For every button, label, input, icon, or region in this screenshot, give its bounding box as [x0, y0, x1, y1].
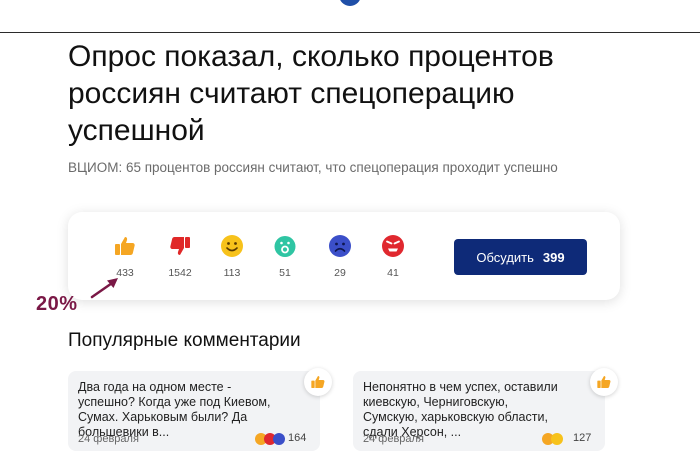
- comment-card[interactable]: Два года на одном месте - успешно? Когда…: [68, 371, 320, 451]
- comment-likes-count: 164: [288, 432, 307, 444]
- reaction-stack-icon: [542, 433, 563, 445]
- reactions-panel: 433 1542 113 51 29 41 Обсудить 399: [68, 212, 620, 300]
- reaction-count: 51: [279, 267, 291, 279]
- comment-like-button[interactable]: [304, 368, 332, 396]
- site-logo[interactable]: [339, 0, 361, 6]
- comment-text: Два года на одном месте - успешно? Когда…: [78, 380, 271, 439]
- thumbs-up-icon: [311, 376, 325, 388]
- smile-icon: [221, 235, 243, 257]
- article-subtitle: ВЦИОМ: 65 процентов россиян считают, что…: [68, 160, 558, 175]
- comment-date: 24 февраля: [363, 433, 424, 445]
- reaction-sad[interactable]: 29: [320, 234, 360, 279]
- reaction-count: 29: [334, 267, 346, 279]
- reaction-smile[interactable]: 113: [212, 234, 252, 279]
- reaction-count: 1542: [168, 267, 192, 279]
- annotation-label: 20%: [36, 293, 78, 315]
- discuss-count: 399: [542, 249, 565, 265]
- comment-text: Непонятно в чем успех, оставили киевскую…: [363, 380, 558, 439]
- discuss-label: Обсудить: [476, 249, 534, 265]
- thumbs-down-icon: [170, 237, 190, 255]
- comments-heading: Популярные комментарии: [68, 330, 301, 351]
- comment-like-button[interactable]: [590, 368, 618, 396]
- header-divider: [0, 32, 700, 33]
- sad-icon: [329, 235, 351, 257]
- reaction-angry[interactable]: 41: [373, 234, 413, 279]
- reaction-count: 113: [223, 267, 241, 279]
- discuss-button[interactable]: Обсудить 399: [454, 239, 587, 275]
- thumbs-up-icon: [597, 376, 611, 388]
- annotation-arrow-icon: [90, 278, 118, 299]
- comment-card[interactable]: Непонятно в чем успех, оставили киевскую…: [353, 371, 605, 451]
- reaction-count: 41: [387, 267, 399, 279]
- surprised-icon: [274, 236, 296, 257]
- reaction-surprised[interactable]: 51: [265, 234, 305, 279]
- thumbs-up-icon: [115, 237, 135, 255]
- comment-date: 24 февраля: [78, 433, 139, 445]
- reaction-like[interactable]: 433: [105, 234, 145, 279]
- article-headline: Опрос показал, сколько процентов россиян…: [68, 40, 554, 147]
- angry-icon: [382, 235, 404, 257]
- comment-likes-count: 127: [573, 432, 592, 444]
- reaction-stack-icon: [255, 433, 285, 445]
- reaction-dislike[interactable]: 1542: [160, 234, 200, 279]
